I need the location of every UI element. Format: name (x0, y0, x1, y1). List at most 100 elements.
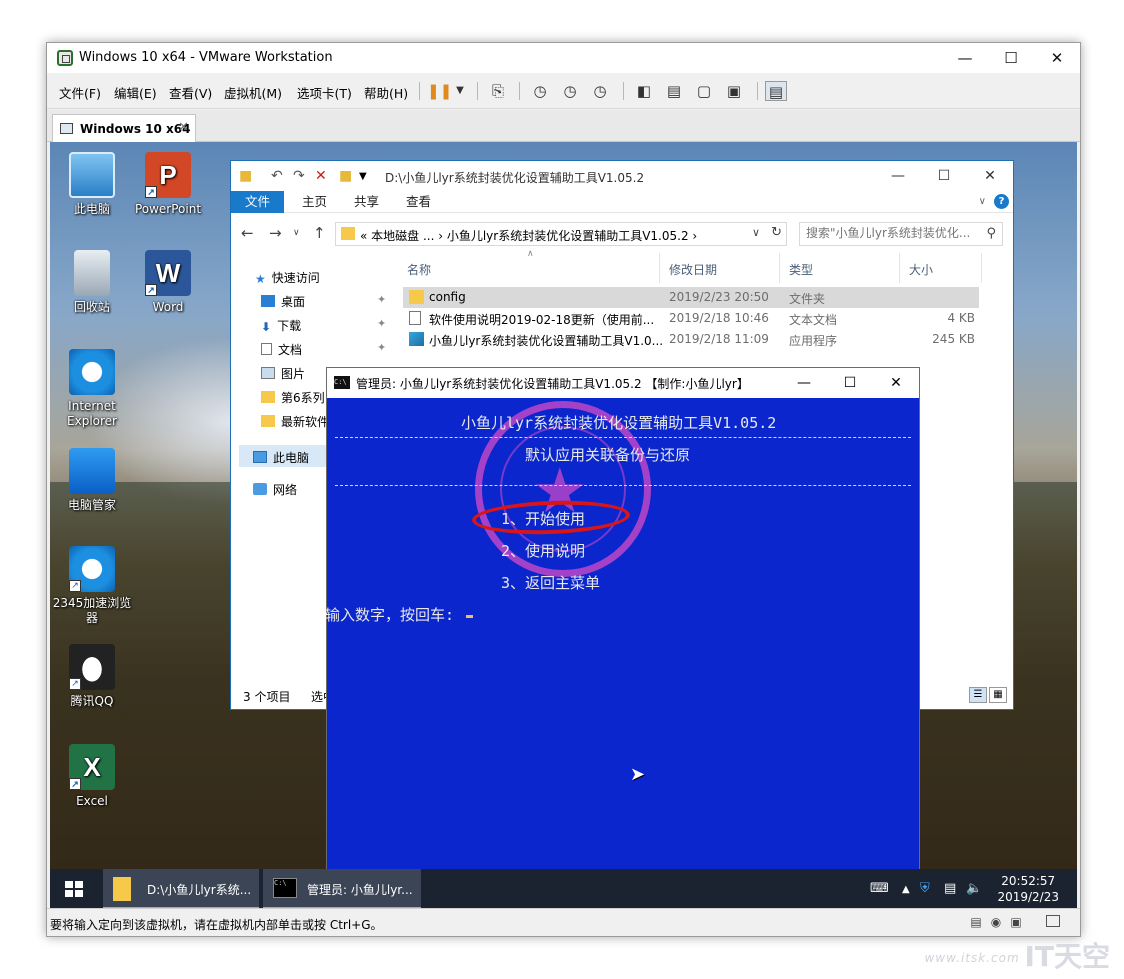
desktop-icon-2345-browser[interactable]: ↗ 2345加速浏览器 (52, 546, 132, 626)
nav-desktop[interactable]: 桌面 ✦ (261, 293, 386, 310)
menu-tabs[interactable]: 选项卡(T) (297, 83, 352, 102)
address-breadcrumb[interactable]: « 本地磁盘 ... › 小鱼儿lyr系统封装优化设置辅助工具V1.05.2 › (360, 227, 697, 244)
address-bar[interactable]: « 本地磁盘 ... › 小鱼儿lyr系统封装优化设置辅助工具V1.05.2 ›… (335, 222, 787, 246)
vm-tab[interactable]: Windows 10 x64 ✕ (52, 114, 196, 142)
large-icons-view-icon[interactable]: ▦ (989, 687, 1007, 703)
desktop-icon-this-pc[interactable]: 此电脑 (52, 152, 132, 217)
hard-disk-icon[interactable]: ▤ (968, 915, 984, 929)
nav-label: 文档 (278, 343, 303, 357)
ribbon-tab-view[interactable]: 查看 (393, 191, 444, 213)
desktop-icon-pc-manager[interactable]: 电脑管家 (52, 448, 132, 513)
chevron-down-icon[interactable]: ▼ (449, 81, 471, 101)
explorer-maximize-button[interactable]: ☐ (921, 161, 967, 191)
show-hidden-icons-icon[interactable]: ▲ (902, 884, 910, 895)
customize-quick-access-icon[interactable]: ▼ (359, 171, 367, 182)
file-row-config[interactable]: config 2019/2/23 20:50 文件夹 (403, 287, 979, 308)
console-maximize-button[interactable]: ☐ (827, 368, 873, 398)
nav-network[interactable]: 网络 (253, 481, 297, 498)
ribbon-tab-share[interactable]: 共享 (341, 191, 392, 213)
details-view-icon[interactable]: ☰ (969, 687, 987, 703)
redo-icon[interactable]: ↷ (293, 168, 305, 184)
desktop-icon-label: 2345加速浏览器 (52, 596, 132, 625)
column-header-name[interactable]: 名称 (407, 261, 431, 278)
close-button[interactable]: ✕ (1034, 43, 1080, 73)
desktop-icon-powerpoint[interactable]: P ↗ PowerPoint (128, 152, 208, 217)
search-box[interactable]: ⚲ (799, 222, 1003, 246)
security-shield-icon[interactable]: ⛨ (920, 881, 930, 896)
search-input[interactable] (806, 226, 976, 240)
help-icon[interactable]: ? (994, 194, 1009, 209)
taskbar-item-console[interactable]: C:\ 管理员: 小鱼儿lyr... (263, 869, 421, 909)
file-row-readme[interactable]: 软件使用说明2019-02-18更新（使用前... 2019/2/18 10:4… (403, 308, 979, 329)
message-log-icon[interactable] (1046, 915, 1060, 927)
undo-icon[interactable]: ↶ (271, 168, 283, 184)
shortcut-arrow-icon: ↗ (145, 284, 157, 296)
taskbar-clock[interactable]: 20:52:57 2019/2/23 (997, 873, 1059, 905)
console-subheading: 默认应用关联备份与还原 (525, 446, 691, 464)
console-view-icon[interactable]: ▤ (663, 81, 685, 101)
unity-icon[interactable]: ▣ (723, 81, 745, 101)
nav-documents[interactable]: 文档 ✦ (261, 341, 386, 358)
menu-file[interactable]: 文件(F) (59, 83, 101, 102)
delete-icon[interactable]: ✕ (315, 168, 327, 184)
nav-this-pc[interactable]: 此电脑 (253, 449, 309, 466)
maximize-button[interactable]: ☐ (988, 43, 1034, 73)
clock-date: 2019/2/23 (997, 890, 1059, 904)
pause-icon[interactable]: ❚❚ (427, 81, 452, 101)
nav-downloads[interactable]: ⬇ 下载 ✦ (261, 317, 386, 334)
file-name: 小鱼儿lyr系统封装优化设置辅助工具V1.0... (429, 334, 664, 348)
desktop-icon-ie[interactable]: Internet Explorer (50, 349, 134, 429)
view-mode-icon[interactable]: ▤ (765, 81, 787, 101)
up-icon[interactable]: ↑ (313, 224, 326, 242)
start-button[interactable] (50, 869, 98, 909)
recent-locations-icon[interactable]: ∨ (293, 228, 300, 238)
desktop-icon-recycle-bin[interactable]: 回收站 (52, 250, 132, 315)
snapshot-icon[interactable]: ◷ (529, 81, 551, 101)
menu-vm[interactable]: 虚拟机(M) (224, 83, 282, 102)
nav-quick-access[interactable]: ★ 快速访问 (255, 269, 320, 286)
snapshot-manager-icon[interactable]: ◷ (589, 81, 611, 101)
file-row-app[interactable]: 小鱼儿lyr系统封装优化设置辅助工具V1.0... 2019/2/18 11:0… (403, 329, 979, 350)
network-status-icon[interactable]: ▤ (944, 881, 956, 896)
close-tab-icon[interactable]: ✕ (178, 120, 189, 135)
network-adapter-icon[interactable]: ▣ (1008, 915, 1024, 929)
column-header-size[interactable]: 大小 (909, 261, 933, 278)
nav-folder-latest-software[interactable]: 最新软件 (261, 413, 329, 430)
refresh-icon[interactable]: ↻ (771, 225, 782, 240)
keyboard-icon[interactable]: ⌨ (870, 881, 889, 896)
send-ctrl-alt-del-icon[interactable]: ⎘ (487, 81, 509, 101)
ribbon-tab-home[interactable]: 主页 (289, 191, 340, 213)
vm-tab-icon (60, 123, 73, 134)
forward-icon[interactable]: → (269, 224, 282, 242)
taskbar-item-explorer[interactable]: D:\小鱼儿lyr系统... (103, 869, 259, 909)
show-library-icon[interactable]: ◧ (633, 81, 655, 101)
menu-view[interactable]: 查看(V) (169, 83, 212, 102)
new-folder-icon[interactable]: ■ (339, 168, 352, 184)
nav-folder-series6[interactable]: 第6系列 (261, 389, 325, 406)
explorer-minimize-button[interactable]: — (875, 161, 921, 191)
desktop-icon-qq[interactable]: ↗ 腾讯QQ (52, 644, 132, 709)
menu-help[interactable]: 帮助(H) (364, 83, 408, 102)
ribbon-tab-file[interactable]: 文件 (231, 191, 285, 213)
guest-desktop[interactable]: 此电脑 P ↗ PowerPoint 回收站 W ↗ Word Internet E… (50, 142, 1077, 909)
column-header-date[interactable]: 修改日期 (669, 261, 717, 278)
volume-muted-icon[interactable]: 🔈 (966, 881, 982, 896)
item-count: 3 个项目 (243, 690, 291, 704)
nav-pictures[interactable]: 图片 (261, 365, 305, 382)
menu-edit[interactable]: 编辑(E) (114, 83, 157, 102)
address-dropdown-icon[interactable]: ∨ (752, 226, 760, 239)
full-screen-icon[interactable]: ▢ (693, 81, 715, 101)
column-header-type[interactable]: 类型 (789, 261, 813, 278)
revert-snapshot-icon[interactable]: ◷ (559, 81, 581, 101)
dashed-separator (335, 485, 911, 486)
cd-rom-icon[interactable]: ◉ (988, 915, 1004, 929)
console-window[interactable]: C:\ 管理员: 小鱼儿lyr系统封装优化设置辅助工具V1.05.2 【制作:小… (325, 367, 920, 909)
minimize-button[interactable]: — (942, 43, 988, 73)
console-close-button[interactable]: ✕ (873, 368, 919, 398)
desktop-icon-excel[interactable]: X ↗ Excel (52, 744, 132, 809)
console-minimize-button[interactable]: — (781, 368, 827, 398)
console-title: 管理员: 小鱼儿lyr系统封装优化设置辅助工具V1.05.2 【制作:小鱼儿ly… (356, 377, 749, 391)
back-icon[interactable]: ← (241, 224, 254, 242)
explorer-close-button[interactable]: ✕ (967, 161, 1013, 191)
desktop-icon-word[interactable]: W ↗ Word (128, 250, 208, 315)
